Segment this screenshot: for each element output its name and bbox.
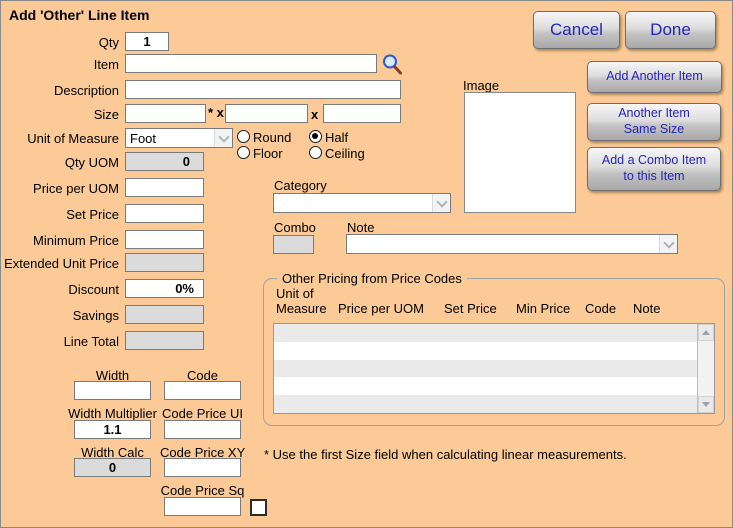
column-header-unit-of-measure: Unit of Measure [276, 286, 327, 316]
category-value [274, 194, 432, 212]
floor-radio[interactable] [237, 146, 250, 159]
ceiling-radio[interactable] [309, 146, 322, 159]
search-icon[interactable] [381, 53, 403, 75]
extended-unit-price-label: Extended Unit Price [1, 256, 119, 271]
another-item-same-size-button[interactable]: Another Item Same Size [587, 103, 721, 141]
table-row [274, 342, 697, 360]
unit-of-measure-select[interactable]: Foot [125, 128, 233, 148]
width-calc-field [74, 458, 151, 477]
set-price-label: Set Price [1, 207, 119, 222]
add-another-item-button[interactable]: Add Another Item [587, 61, 722, 93]
size-input-1[interactable] [125, 104, 206, 123]
size-label: Size [1, 107, 119, 122]
category-label: Category [274, 178, 327, 193]
size-separator-2: x [311, 107, 318, 122]
table-row [274, 377, 697, 395]
size-separator-1: * x [208, 105, 224, 120]
column-header-note: Note [633, 301, 660, 316]
line-total-field [125, 331, 204, 350]
code-price-sq-label: Code Price Sq [160, 483, 245, 498]
scroll-up-icon[interactable] [698, 324, 714, 341]
unit-of-measure-label: Unit of Measure [1, 131, 119, 146]
column-header-set-price: Set Price [444, 301, 497, 316]
category-select[interactable] [273, 193, 451, 213]
width-multiplier-label: Width Multiplier [59, 406, 166, 421]
code-price-ui-label: Code Price UI [160, 406, 245, 421]
size-input-2[interactable] [225, 104, 308, 123]
width-multiplier-input[interactable] [74, 420, 151, 439]
price-per-uom-label: Price per UOM [1, 181, 119, 196]
floor-radio-label: Floor [253, 146, 283, 161]
price-per-uom-input[interactable] [125, 178, 204, 197]
qty-uom-field [125, 152, 204, 171]
chevron-down-icon [214, 129, 232, 147]
qty-label: Qty [1, 35, 119, 50]
item-input[interactable] [125, 54, 377, 73]
note-label: Note [347, 220, 374, 235]
code-price-sq-checkbox[interactable] [250, 499, 267, 516]
table-row [274, 324, 697, 342]
column-header-min-price: Min Price [516, 301, 570, 316]
chevron-down-icon [659, 235, 677, 253]
savings-label: Savings [1, 308, 119, 323]
set-price-input[interactable] [125, 204, 204, 223]
image-label: Image [463, 78, 499, 93]
code-price-ui-input[interactable] [164, 420, 241, 439]
chevron-down-icon [432, 194, 450, 212]
minimum-price-label: Minimum Price [1, 233, 119, 248]
extended-unit-price-field [125, 253, 204, 272]
size-input-3[interactable] [323, 104, 401, 123]
column-header-price-per-uom: Price per UOM [338, 301, 424, 316]
code-price-xy-input[interactable] [164, 458, 241, 477]
description-label: Description [1, 83, 119, 98]
code-price-sq-input[interactable] [164, 497, 241, 516]
ceiling-radio-label: Ceiling [325, 146, 365, 161]
savings-field [125, 305, 204, 324]
add-combo-item-button[interactable]: Add a Combo Item to this Item [587, 147, 721, 191]
discount-input[interactable] [125, 279, 204, 298]
round-radio-label: Round [253, 130, 291, 145]
half-radio[interactable] [309, 130, 322, 143]
qty-input[interactable] [125, 32, 169, 51]
discount-label: Discount [1, 282, 119, 297]
other-pricing-list[interactable] [273, 323, 715, 414]
done-button[interactable]: Done [625, 11, 716, 49]
code-input[interactable] [164, 381, 241, 400]
vertical-scrollbar[interactable] [697, 324, 714, 413]
cancel-button[interactable]: Cancel [533, 11, 620, 49]
column-header-code: Code [585, 301, 616, 316]
pricing-rows [274, 324, 697, 413]
other-pricing-title: Other Pricing from Price Codes [277, 271, 467, 286]
table-row [274, 360, 697, 378]
combo-field [273, 235, 314, 254]
qty-uom-label: Qty UOM [1, 155, 119, 170]
table-row [274, 395, 697, 413]
width-input[interactable] [74, 381, 151, 400]
description-input[interactable] [125, 80, 401, 99]
unit-of-measure-value: Foot [126, 129, 214, 147]
dialog-title: Add 'Other' Line Item [9, 7, 149, 23]
add-other-line-item-dialog: Add 'Other' Line Item Qty Item Descripti… [0, 0, 733, 528]
note-select[interactable] [346, 234, 678, 254]
item-label: Item [1, 57, 119, 72]
combo-label: Combo [274, 220, 316, 235]
size-footnote: * Use the first Size field when calculat… [264, 447, 627, 462]
line-total-label: Line Total [1, 334, 119, 349]
image-preview [464, 92, 576, 213]
note-value [347, 235, 659, 253]
minimum-price-input[interactable] [125, 230, 204, 249]
half-radio-label: Half [325, 130, 348, 145]
scroll-down-icon[interactable] [698, 396, 714, 413]
round-radio[interactable] [237, 130, 250, 143]
